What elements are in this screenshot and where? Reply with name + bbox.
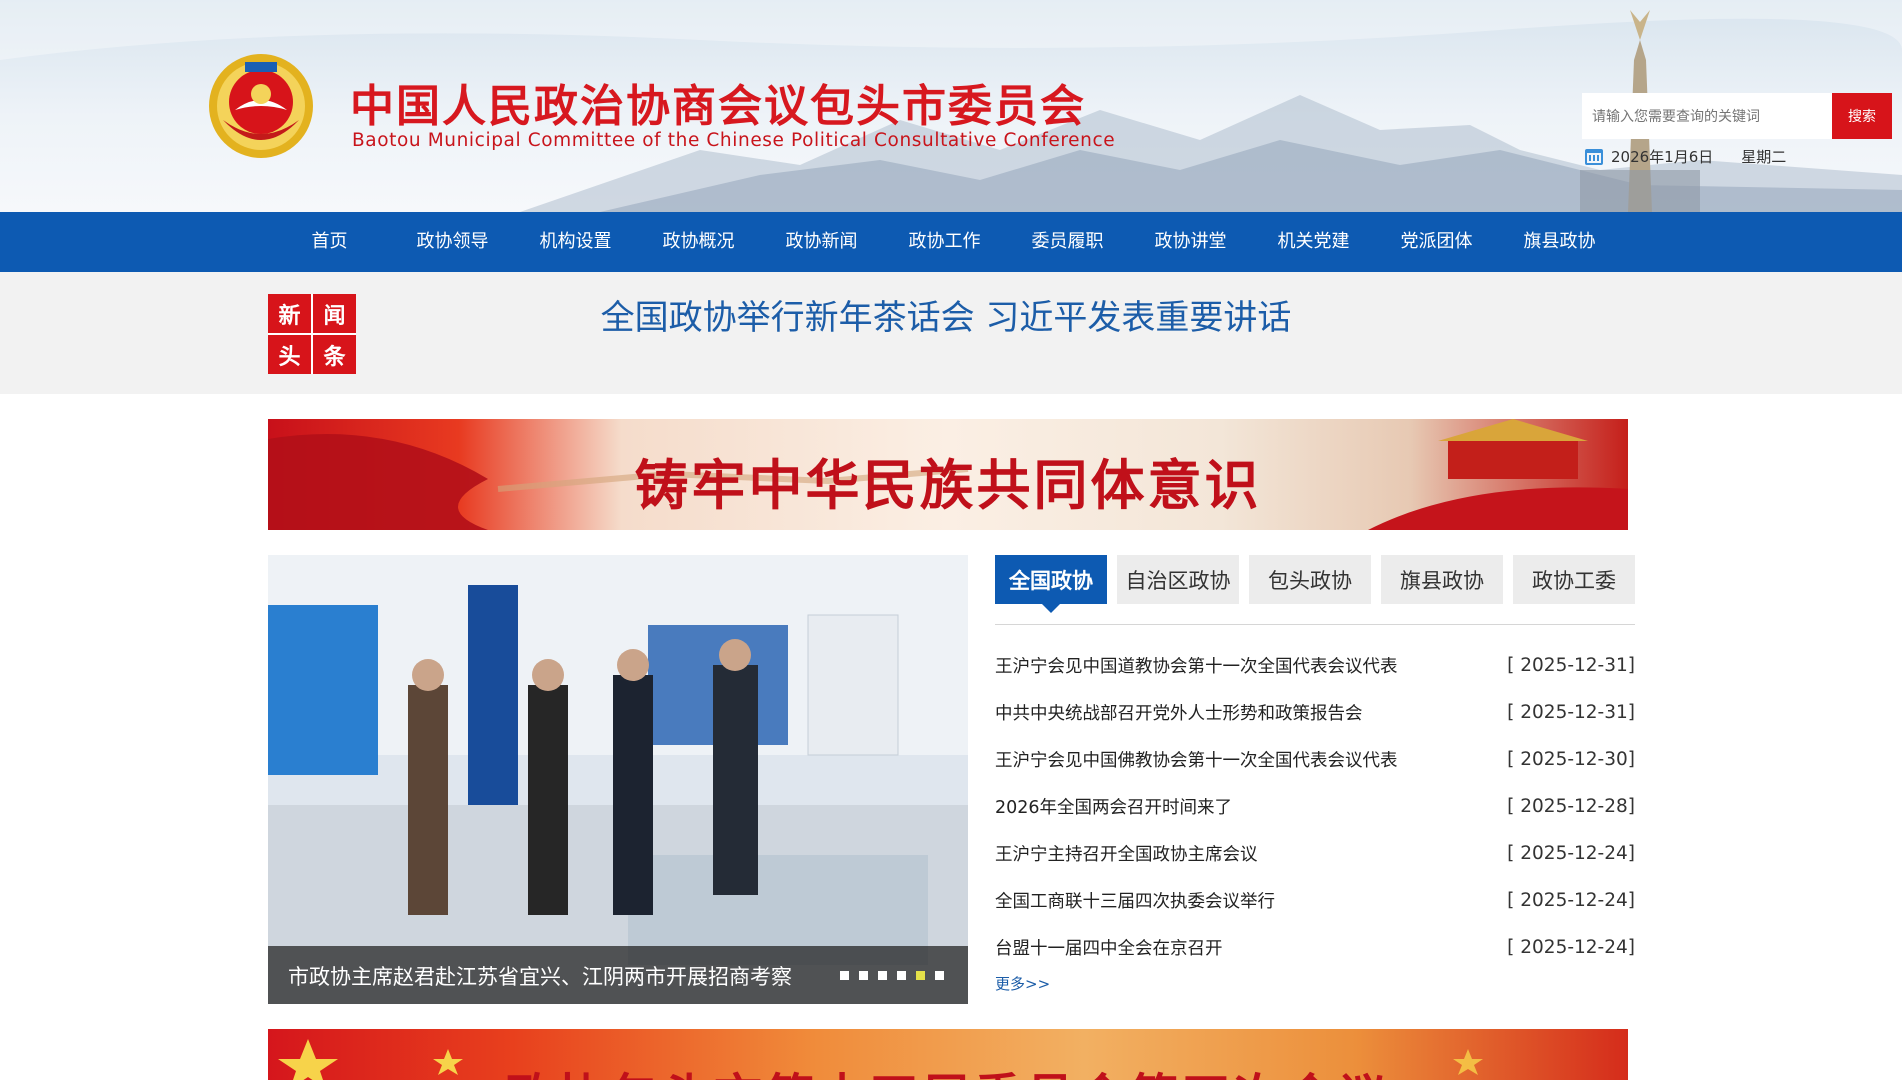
calendar-icon — [1585, 148, 1603, 165]
list-item[interactable]: 中共中央统战部召开党外人士形势和政策报告会 [ 2025-12-31] — [995, 689, 1635, 736]
news-date: [ 2025-12-28] — [1507, 796, 1635, 817]
nav-item-party-building[interactable]: 机关党建 — [1252, 212, 1375, 272]
theme-banner[interactable]: 铸牢中华民族共同体意识 — [268, 419, 1628, 530]
news-date: [ 2025-12-24] — [1507, 937, 1635, 958]
news-title[interactable]: 2026年全国两会召开时间来了 — [995, 794, 1232, 819]
list-item[interactable]: 王沪宁会见中国道教协会第十一次全国代表会议代表 [ 2025-12-31] — [995, 642, 1635, 689]
slide-dot[interactable] — [935, 971, 944, 980]
slide-dot-active[interactable] — [916, 971, 925, 980]
tab-region-cppcc[interactable]: 自治区政协 — [1117, 555, 1239, 604]
headline-link[interactable]: 全国政协举行新年茶话会 习近平发表重要讲话 — [356, 290, 1536, 339]
news-list: 王沪宁会见中国道教协会第十一次全国代表会议代表 [ 2025-12-31] 中共… — [995, 642, 1635, 971]
slide-dot[interactable] — [859, 971, 868, 980]
nav-item-organization[interactable]: 机构设置 — [514, 212, 637, 272]
list-item[interactable]: 2026年全国两会召开时间来了 [ 2025-12-28] — [995, 783, 1635, 830]
news-date: [ 2025-12-24] — [1507, 843, 1635, 864]
nav-item-leaders[interactable]: 政协领导 — [391, 212, 514, 272]
slide-dot[interactable] — [840, 971, 849, 980]
banner2-title: 政协包头市第十四届委员会第四次会议 — [268, 1057, 1628, 1080]
tab-county-cppcc[interactable]: 旗县政协 — [1381, 555, 1503, 604]
slide-photo — [268, 555, 968, 1004]
nav-item-lectures[interactable]: 政协讲堂 — [1129, 212, 1252, 272]
tab-divider — [995, 624, 1635, 625]
tab-work-committee[interactable]: 政协工委 — [1513, 555, 1635, 604]
news-tabs: 全国政协 自治区政协 包头政协 旗县政协 政协工委 — [995, 555, 1635, 613]
session-banner[interactable]: 政协包头市第十四届委员会第四次会议 — [268, 1029, 1628, 1080]
headline-tag-char: 头 — [268, 335, 311, 374]
headline-tag: 新 闻 头 条 — [268, 294, 356, 374]
news-title[interactable]: 全国工商联十三届四次执委会议举行 — [995, 888, 1275, 913]
slide-dot[interactable] — [897, 971, 906, 980]
headline-tag-char: 新 — [268, 294, 311, 333]
current-date: 2026年1月6日 — [1611, 148, 1714, 166]
news-title[interactable]: 王沪宁主持召开全国政协主席会议 — [995, 841, 1258, 866]
headline-tag-char: 闻 — [313, 294, 356, 333]
news-date: [ 2025-12-31] — [1507, 655, 1635, 676]
site-subtitle: Baotou Municipal Committee of the Chines… — [352, 130, 1116, 151]
news-date: [ 2025-12-30] — [1507, 749, 1635, 770]
slide-dots — [840, 971, 944, 980]
list-item[interactable]: 台盟十一届四中全会在京召开 [ 2025-12-24] — [995, 924, 1635, 971]
list-item[interactable]: 王沪宁主持召开全国政协主席会议 [ 2025-12-24] — [995, 830, 1635, 877]
news-title[interactable]: 中共中央统战部召开党外人士形势和政策报告会 — [995, 700, 1363, 725]
more-link[interactable]: 更多>> — [995, 973, 1050, 994]
site-title: 中国人民政治协商会议包头市委员会 — [350, 81, 1086, 132]
nav-item-parties[interactable]: 党派团体 — [1375, 212, 1498, 272]
slide-caption[interactable]: 市政协主席赵君赴江苏省宜兴、江阴两市开展招商考察 — [288, 961, 792, 991]
news-slideshow[interactable]: 市政协主席赵君赴江苏省宜兴、江阴两市开展招商考察 — [268, 555, 968, 1004]
tab-national-cppcc[interactable]: 全国政协 — [995, 555, 1107, 613]
news-title[interactable]: 台盟十一届四中全会在京召开 — [995, 935, 1223, 960]
nav-item-overview[interactable]: 政协概况 — [637, 212, 760, 272]
site-header: 中国人民政治协商会议包头市委员会 Baotou Municipal Commit… — [0, 0, 1902, 212]
page: 中国人民政治协商会议包头市委员会 Baotou Municipal Commit… — [0, 0, 1902, 1080]
tab-baotou-cppcc[interactable]: 包头政协 — [1249, 555, 1371, 604]
main-nav: 首页 政协领导 机构设置 政协概况 政协新闻 政协工作 委员履职 政协讲堂 机关… — [0, 212, 1902, 272]
date-display: 2026年1月6日 星期二 — [1585, 146, 1786, 167]
list-item[interactable]: 王沪宁会见中国佛教协会第十一次全国代表会议代表 [ 2025-12-30] — [995, 736, 1635, 783]
news-date: [ 2025-12-24] — [1507, 890, 1635, 911]
headline-tag-char: 条 — [313, 335, 356, 374]
list-item[interactable]: 全国工商联十三届四次执委会议举行 [ 2025-12-24] — [995, 877, 1635, 924]
news-title[interactable]: 王沪宁会见中国佛教协会第十一次全国代表会议代表 — [995, 747, 1398, 772]
nav-item-work[interactable]: 政协工作 — [883, 212, 1006, 272]
slide-dot[interactable] — [878, 971, 887, 980]
banner-title: 铸牢中华民族共同体意识 — [634, 454, 1262, 517]
nav-item-counties[interactable]: 旗县政协 — [1498, 212, 1621, 272]
nav-item-news[interactable]: 政协新闻 — [760, 212, 883, 272]
current-weekday: 星期二 — [1741, 148, 1787, 166]
cppcc-emblem-icon — [209, 54, 313, 158]
news-title[interactable]: 王沪宁会见中国道教协会第十一次全国代表会议代表 — [995, 653, 1398, 678]
search-button[interactable]: 搜索 — [1832, 93, 1892, 139]
news-date: [ 2025-12-31] — [1507, 702, 1635, 723]
nav-item-home[interactable]: 首页 — [268, 212, 391, 272]
nav-item-members[interactable]: 委员履职 — [1006, 212, 1129, 272]
search-input[interactable] — [1582, 93, 1832, 139]
